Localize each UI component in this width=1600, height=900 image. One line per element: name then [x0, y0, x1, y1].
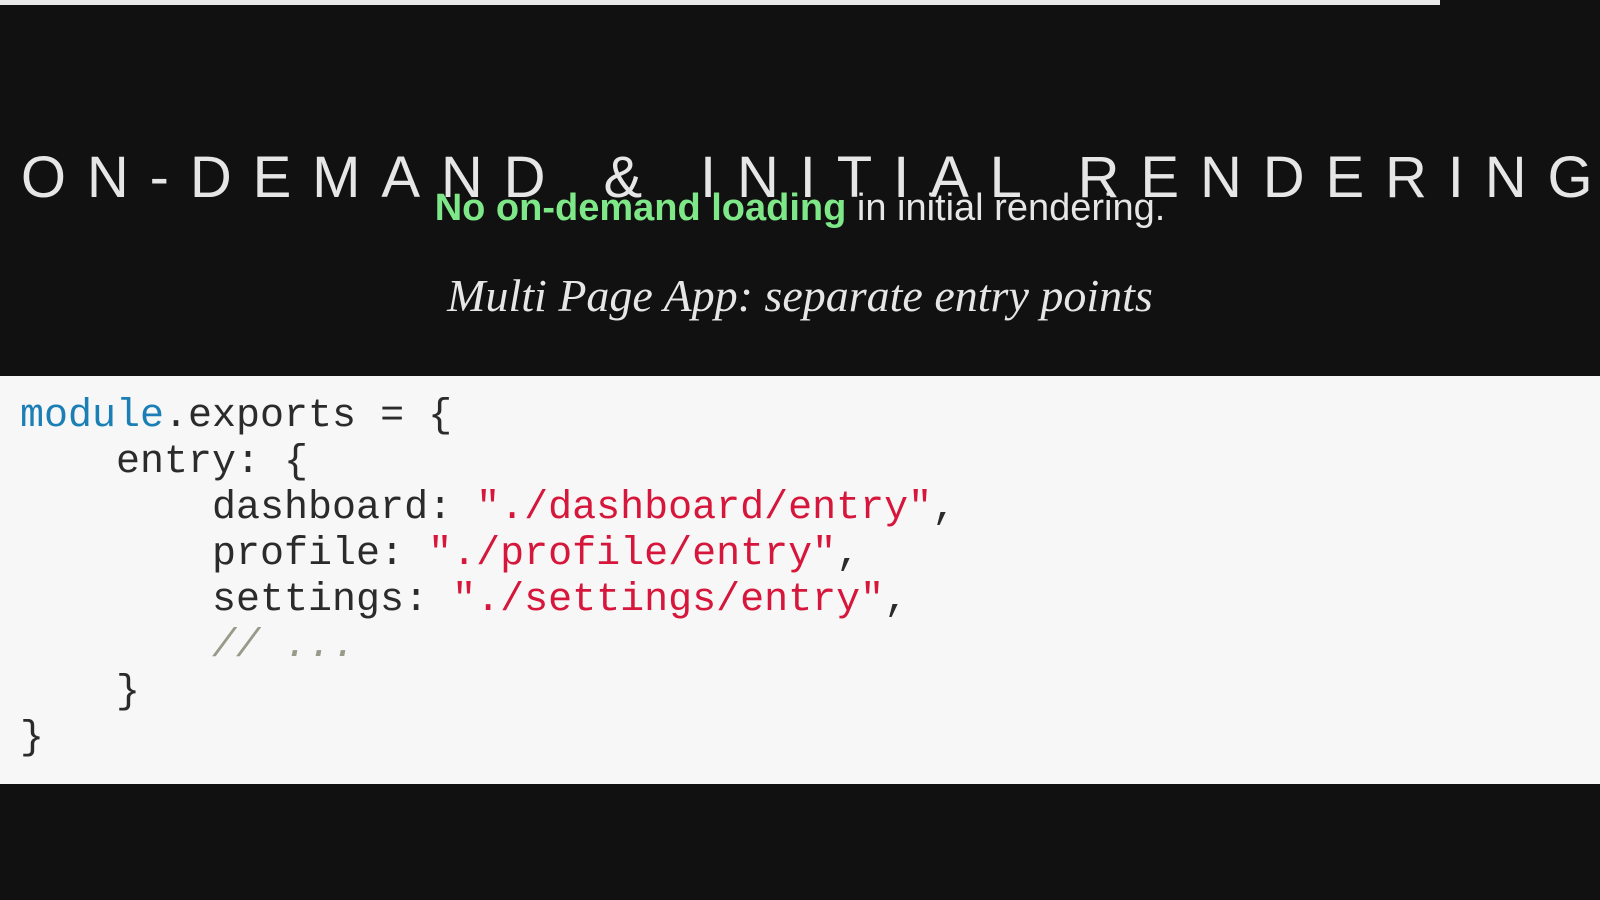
code-block: module.exports = { entry: { dashboard: "… [0, 376, 1600, 784]
code-line: entry: { [20, 440, 309, 485]
progress-bar [0, 0, 1600, 5]
code-punct: , [836, 532, 861, 577]
code-line: } [20, 716, 45, 761]
code-string: "./profile/entry" [428, 532, 837, 577]
code-line: } [20, 670, 141, 715]
slide-caption: Multi Page App: separate entry points [447, 270, 1153, 321]
code-punct: , [884, 578, 909, 623]
code-key: dashboard: [20, 486, 477, 531]
code-line: .exports = { [164, 394, 453, 439]
subtitle-highlight: No on-demand loading [434, 187, 847, 229]
subtitle-rest: in initial rendering. [846, 187, 1166, 229]
code-punct: , [932, 486, 957, 531]
code-keyword: module [20, 394, 165, 439]
progress-bar-fill [0, 0, 1440, 5]
code-key: settings: [20, 578, 453, 623]
code-comment: // ... [212, 624, 357, 669]
slide: ON-DEMAND & INITIAL RENDERING No on-dema… [0, 0, 1600, 900]
code-string: "./settings/entry" [452, 578, 885, 623]
code-string: "./dashboard/entry" [476, 486, 933, 531]
code-key: profile: [20, 532, 429, 577]
code-text: module.exports = { entry: { dashboard: "… [20, 394, 1600, 762]
slide-subtitle: No on-demand loading in initial renderin… [0, 184, 1600, 232]
